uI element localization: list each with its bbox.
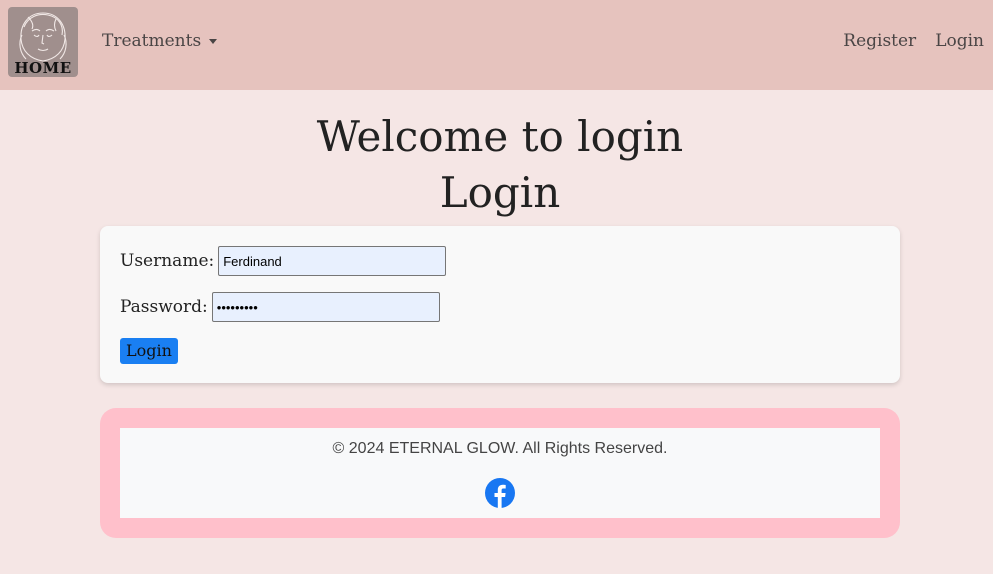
caret-down-icon <box>209 38 218 44</box>
treatments-label: Treatments <box>102 31 202 51</box>
password-row: Password: <box>120 292 440 322</box>
facebook-icon[interactable] <box>485 478 515 508</box>
footer-content: © 2024 ETERNAL GLOW. All Rights Reserved… <box>120 428 880 518</box>
username-row: Username: <box>120 246 447 276</box>
home-logo[interactable]: HOME <box>8 7 78 77</box>
nav-right-links: Register Login <box>843 31 984 51</box>
navbar: HOME Treatments Register Login <box>0 0 993 90</box>
treatments-dropdown[interactable]: Treatments <box>102 31 218 51</box>
password-input[interactable] <box>211 292 440 322</box>
welcome-heading: Welcome to login <box>316 112 684 161</box>
login-heading: Login <box>439 168 561 217</box>
footer: © 2024 ETERNAL GLOW. All Rights Reserved… <box>100 408 900 538</box>
username-input[interactable] <box>218 246 447 276</box>
woman-face-icon <box>19 12 67 62</box>
register-link[interactable]: Register <box>843 31 916 51</box>
username-label: Username: <box>120 251 215 271</box>
login-link[interactable]: Login <box>935 31 984 51</box>
logo-text: HOME <box>14 59 72 77</box>
copyright-text: © 2024 ETERNAL GLOW. All Rights Reserved… <box>332 440 668 457</box>
login-button[interactable]: Login <box>120 338 178 364</box>
password-label: Password: <box>120 297 208 317</box>
login-form: Username: Password: Login <box>100 226 900 383</box>
